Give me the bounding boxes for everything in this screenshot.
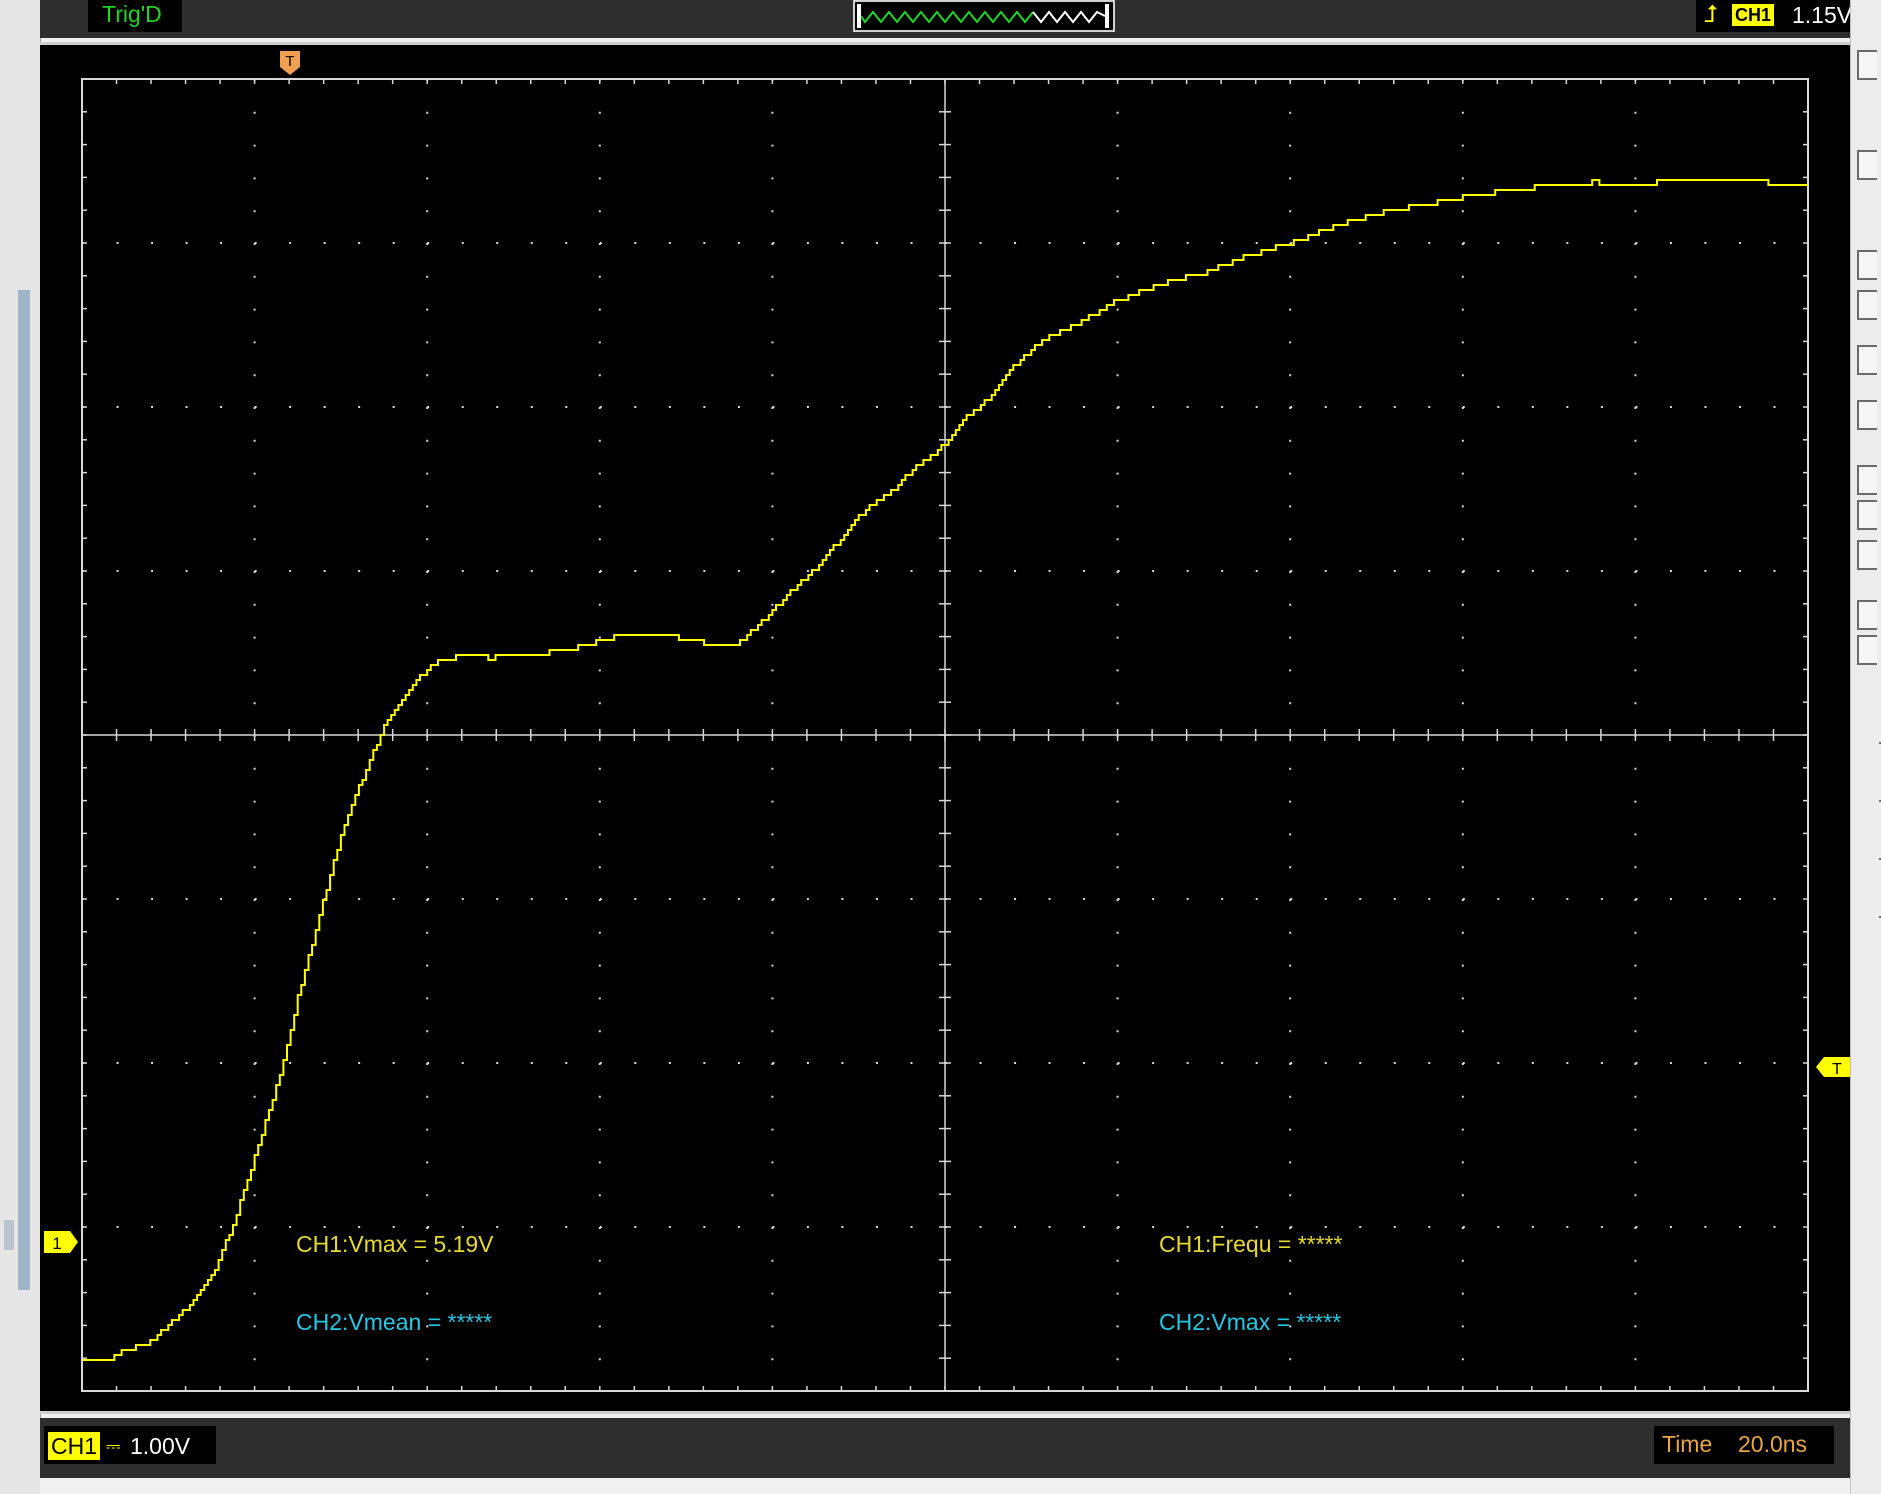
trigger-status: Trig'D [88,0,182,32]
ch1-ground-label: 1 [52,1234,61,1253]
preview-wave-icon [857,4,1109,28]
side-control-button[interactable] [1857,50,1877,80]
oscilloscope-window: Trig'D ⮥ CH1 1.15V T T 1 CH1:Vmax = 5.19… [0,0,1881,1494]
graticule [81,78,1809,1392]
side-control-button[interactable] [1857,400,1877,430]
side-control-button[interactable] [1857,290,1877,320]
trigger-level-readout: 1.15V [1792,2,1853,28]
left-gutter [0,0,41,1494]
measurement-ch1-vmax: CH1:Vmax = 5.19V [296,1231,494,1257]
trigger-source-badge: CH1 [1732,4,1775,26]
measurement-ch1-frequ: CH1:Frequ = ***** [1159,1231,1342,1257]
side-control-button[interactable] [1857,150,1877,180]
scope-screen: T T 1 CH1:Vmax = 5.19V CH1:Frequ = *****… [44,51,1850,1392]
ch1-badge: CH1 [48,1432,101,1460]
waveform-memory-preview[interactable] [853,0,1115,32]
ch1-scale-readout[interactable]: CH1 ⎓ 1.00V [44,1426,216,1464]
time-label: Time [1662,1431,1713,1457]
bottom-status-bar: CH1 ⎓ 1.00V Time 20.0ns [40,1418,1850,1478]
ch1-ground-marker[interactable]: 1 [44,1231,78,1253]
side-control-button[interactable] [1857,635,1877,665]
top-status-bar: Trig'D ⮥ CH1 1.15V [40,0,1881,38]
side-control-button[interactable] [1857,250,1877,280]
side-control-button[interactable] [1857,600,1877,630]
side-control-button[interactable] [1857,540,1877,570]
measurement-ch2-vmax: CH2:Vmax = ***** [1159,1309,1341,1335]
time-per-div: 20.0ns [1738,1431,1808,1457]
trigger-level-label: T [1832,1061,1842,1078]
side-control-button[interactable] [1857,500,1877,530]
timebase-readout[interactable]: Time 20.0ns [1654,1426,1834,1464]
waveform-display: T T 1 CH1:Vmax = 5.19V CH1:Frequ = *****… [40,42,1850,1414]
left-handle[interactable] [4,1220,14,1250]
side-control-button[interactable] [1857,465,1877,495]
measurement-ch2-vmean: CH2:Vmean = ***** [296,1309,492,1335]
dc-coupling-icon: ⎓ [106,1436,121,1456]
side-control-button[interactable] [1857,345,1877,375]
volts-per-div: 1.00V [130,1433,191,1459]
rising-edge-icon: ⮥ [1704,1,1719,28]
trigger-position-label: T [285,53,294,70]
trigger-position-marker[interactable]: T [280,51,300,75]
bottom-margin [40,1478,1850,1494]
left-scroll-strip[interactable] [18,290,30,1290]
trigger-level-marker[interactable]: T [1816,1057,1850,1078]
right-control-panel [1850,0,1881,1494]
